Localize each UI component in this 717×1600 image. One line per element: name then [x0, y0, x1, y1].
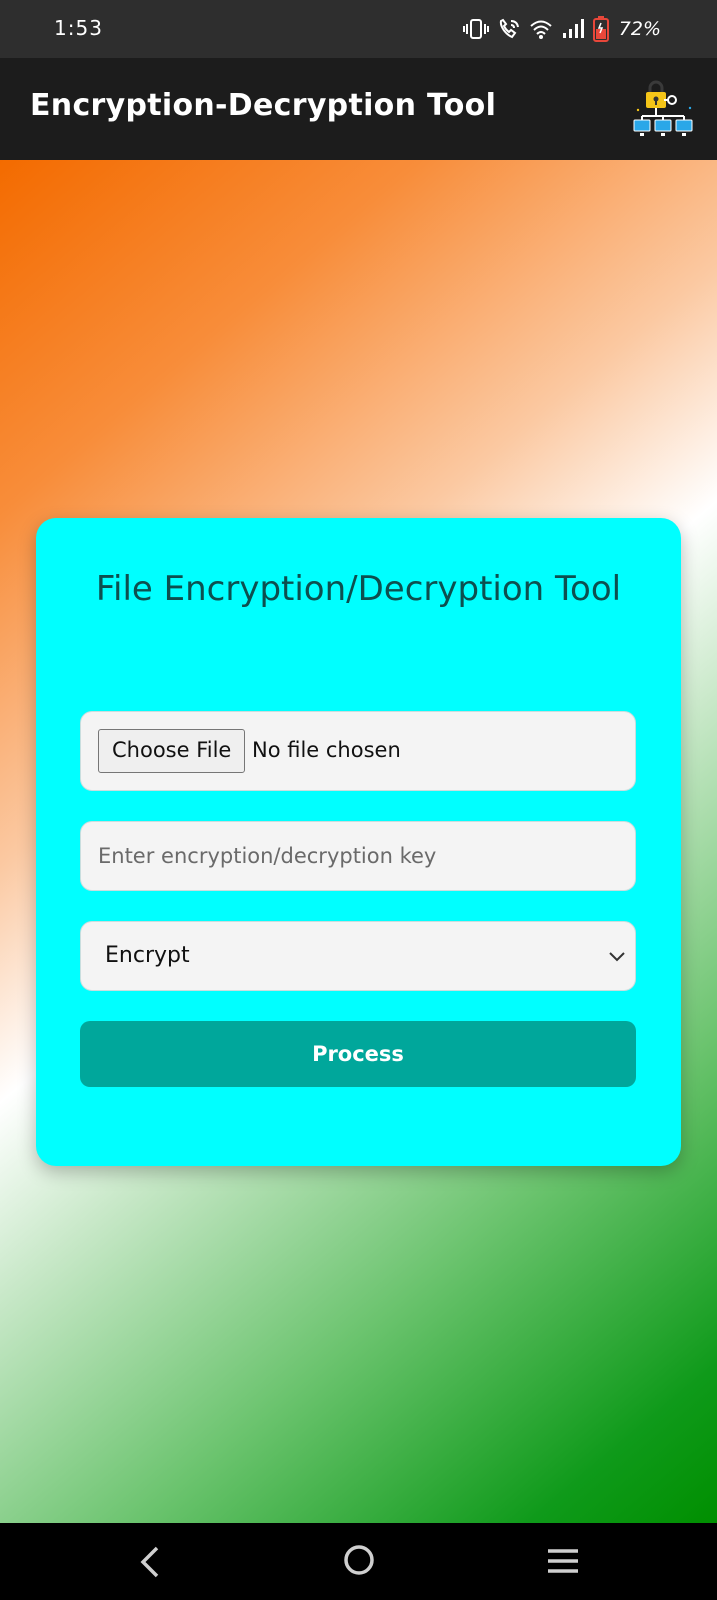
- app-title: Encryption-Decryption Tool: [30, 88, 497, 123]
- process-button[interactable]: Process: [80, 1021, 636, 1087]
- home-icon[interactable]: [342, 1543, 376, 1577]
- file-status-text: No file chosen: [252, 738, 401, 762]
- recents-icon[interactable]: [546, 1547, 580, 1575]
- key-input[interactable]: [81, 822, 635, 890]
- tool-card: File Encryption/Decryption Tool Choose F…: [36, 518, 681, 1166]
- signal-icon: [562, 19, 584, 38]
- wifi-call-icon: [499, 18, 519, 39]
- mode-select-value: Encrypt: [105, 943, 190, 968]
- chevron-down-icon: [609, 952, 625, 962]
- status-bar: 1:53 72%: [0, 0, 717, 58]
- mode-select[interactable]: Encrypt: [80, 921, 636, 991]
- status-time: 1:53: [54, 16, 103, 40]
- system-nav-bar: [0, 1523, 717, 1600]
- back-icon[interactable]: [138, 1545, 162, 1579]
- status-icons: 72%: [462, 14, 661, 44]
- card-title: File Encryption/Decryption Tool: [95, 569, 622, 609]
- key-field[interactable]: [80, 821, 636, 891]
- battery-percent: 72%: [618, 18, 661, 40]
- choose-file-button[interactable]: Choose File: [98, 729, 246, 773]
- battery-icon: [592, 16, 609, 42]
- app-bar: Encryption-Decryption Tool: [0, 58, 717, 160]
- tricolor-background: File Encryption/Decryption Tool Choose F…: [0, 160, 717, 1523]
- file-input-field[interactable]: Choose File No file chosen: [80, 711, 636, 791]
- wifi-icon: [530, 20, 552, 39]
- network-lock-icon: [633, 80, 693, 136]
- vibrate-icon: [462, 19, 489, 39]
